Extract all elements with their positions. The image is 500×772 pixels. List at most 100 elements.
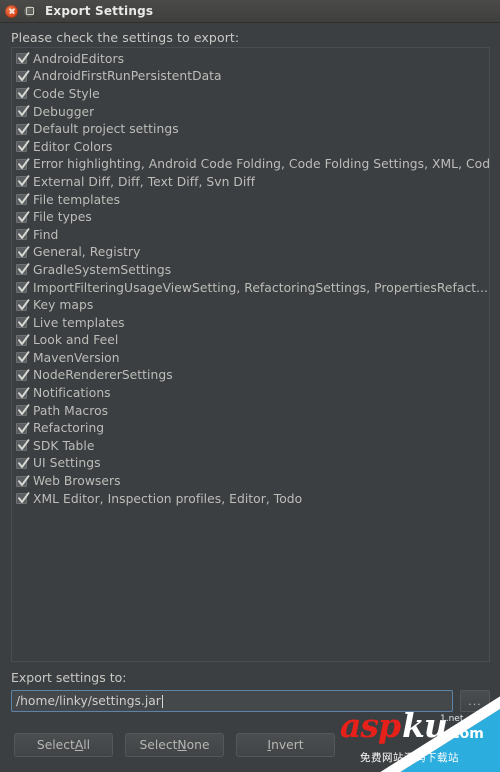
settings-list: AndroidEditors AndroidFirstRunPersistentD…	[12, 48, 489, 507]
checkbox-checked-icon[interactable]	[16, 158, 30, 170]
settings-list-item[interactable]: Web Browsers	[12, 472, 489, 490]
settings-list-item-label: Look and Feel	[33, 333, 119, 348]
settings-list-item[interactable]: Editor Colors	[12, 138, 489, 156]
export-path-input[interactable]: /home/linky/settings.jar	[11, 690, 453, 712]
settings-list-item[interactable]: Key maps	[12, 296, 489, 314]
settings-list-item-label: XML Editor, Inspection profiles, Editor,…	[33, 491, 303, 506]
checkbox-checked-icon[interactable]	[16, 316, 30, 329]
select-all-mnemonic: A	[74, 738, 84, 752]
settings-list-item[interactable]: External Diff, Diff, Text Diff, Svn Diff	[12, 173, 489, 191]
checkbox-checked-icon[interactable]	[16, 422, 30, 434]
checkbox-checked-icon[interactable]	[16, 474, 30, 487]
settings-list-item[interactable]: ImportFilteringUsageViewSetting, Refacto…	[12, 279, 489, 297]
settings-list-item-label: Default project settings	[33, 122, 179, 137]
window-controls	[0, 4, 36, 18]
checkbox-checked-icon[interactable]	[16, 228, 30, 241]
settings-list-item-label: Editor Colors	[33, 139, 113, 154]
maximize-icon[interactable]	[23, 4, 36, 18]
prompt-label: Please check the settings to export:	[11, 30, 240, 45]
checkbox-checked-icon[interactable]	[16, 457, 30, 469]
settings-list-item-label: SDK Table	[33, 438, 95, 453]
settings-list-item-label: Find	[33, 227, 59, 242]
checkbox-checked-icon[interactable]	[16, 246, 30, 258]
checkbox-checked-icon[interactable]	[16, 492, 30, 505]
settings-list-item[interactable]: Default project settings	[12, 120, 489, 138]
settings-list-item[interactable]: Path Macros	[12, 402, 489, 420]
checkbox-checked-icon[interactable]	[16, 140, 30, 153]
settings-list-item-label: AndroidEditors	[33, 51, 125, 66]
settings-list-item[interactable]: NodeRendererSettings	[12, 367, 489, 385]
select-all-label-before: Select	[36, 738, 75, 752]
checkbox-checked-icon[interactable]	[16, 193, 30, 206]
checkbox-checked-icon[interactable]	[16, 369, 30, 381]
checkbox-checked-icon[interactable]	[16, 298, 30, 311]
settings-list-item[interactable]: Live templates	[12, 314, 489, 332]
settings-list-item-label: Notifications	[33, 386, 111, 401]
settings-list-item-label: Path Macros	[33, 403, 109, 418]
settings-list-item[interactable]: GradleSystemSettings	[12, 261, 489, 279]
settings-list-item[interactable]: Notifications	[12, 384, 489, 402]
text-caret	[161, 694, 163, 708]
checkbox-checked-icon[interactable]	[16, 439, 30, 452]
export-settings-dialog: Export Settings Please check the setting…	[0, 0, 500, 772]
settings-list-item[interactable]: File templates	[12, 191, 489, 209]
settings-list-item[interactable]: AndroidFirstRunPersistentData	[12, 68, 489, 86]
settings-list-item-label: Live templates	[33, 315, 125, 330]
checkbox-checked-icon[interactable]	[16, 386, 30, 399]
checkbox-checked-icon[interactable]	[16, 281, 30, 294]
settings-list-item[interactable]: MavenVersion	[12, 349, 489, 367]
settings-list-item[interactable]: Debugger	[12, 103, 489, 121]
invert-label-after: nvert	[271, 738, 304, 752]
browse-button[interactable]: ...	[460, 690, 490, 712]
settings-list-item[interactable]: Refactoring	[12, 419, 489, 437]
checkbox-checked-icon[interactable]	[16, 87, 30, 100]
checkbox-checked-icon[interactable]	[16, 351, 30, 364]
export-path-row: /home/linky/settings.jar ...	[11, 690, 490, 712]
settings-list-item-label: AndroidFirstRunPersistentData	[33, 69, 222, 84]
select-none-mnemonic: N	[177, 738, 187, 752]
export-path-value: /home/linky/settings.jar	[16, 694, 161, 708]
checkbox-checked-icon[interactable]	[16, 210, 30, 223]
checkbox-checked-icon[interactable]	[16, 334, 30, 346]
settings-list-item-label: External Diff, Diff, Text Diff, Svn Diff	[33, 174, 256, 189]
settings-list-item-label: File types	[33, 210, 92, 225]
close-icon[interactable]	[5, 4, 18, 18]
window-titlebar: Export Settings	[0, 0, 500, 23]
settings-list-item[interactable]: General, Registry	[12, 244, 489, 262]
export-path-label: Export settings to:	[11, 670, 127, 685]
settings-list-item[interactable]: Code Style	[12, 85, 489, 103]
checkbox-checked-icon[interactable]	[16, 175, 30, 188]
settings-list-item-label: Web Browsers	[33, 474, 121, 489]
watermark-subtitle: 免费网站源码下载站	[360, 752, 459, 764]
settings-list-item[interactable]: Error highlighting, Android Code Folding…	[12, 156, 489, 174]
checkbox-checked-icon[interactable]	[16, 404, 30, 417]
checkbox-checked-icon[interactable]	[16, 122, 30, 135]
select-all-button[interactable]: Select All	[14, 733, 113, 757]
select-none-button[interactable]: Select None	[125, 733, 224, 757]
settings-list-item-label: MavenVersion	[33, 350, 120, 365]
checkbox-checked-icon[interactable]	[16, 52, 30, 65]
watermark-suffix-small: 1.net	[440, 714, 464, 724]
checkbox-checked-icon[interactable]	[16, 70, 30, 82]
settings-list-item[interactable]: XML Editor, Inspection profiles, Editor,…	[12, 490, 489, 508]
window-title: Export Settings	[45, 4, 154, 18]
settings-list-item-label: UI Settings	[33, 456, 101, 471]
select-all-label-after: ll	[83, 738, 91, 752]
settings-list-item[interactable]: SDK Table	[12, 437, 489, 455]
settings-list-item-label: Code Style	[33, 86, 100, 101]
settings-list-item-label: GradleSystemSettings	[33, 262, 172, 277]
settings-list-item[interactable]: AndroidEditors	[12, 50, 489, 68]
settings-list-item[interactable]: Look and Feel	[12, 332, 489, 350]
select-none-label-after: one	[186, 738, 210, 752]
settings-list-item[interactable]: Find	[12, 226, 489, 244]
settings-list-item[interactable]: File types	[12, 208, 489, 226]
settings-list-item-label: File templates	[33, 192, 121, 207]
settings-list-item-label: Debugger	[33, 104, 95, 119]
settings-list-item[interactable]: UI Settings	[12, 455, 489, 473]
settings-list-panel[interactable]: AndroidEditors AndroidFirstRunPersistentD…	[11, 47, 490, 662]
settings-list-item-label: Key maps	[33, 298, 94, 313]
settings-list-item-label: ImportFilteringUsageViewSetting, Refacto…	[33, 280, 489, 295]
invert-button[interactable]: Invert	[236, 733, 335, 757]
checkbox-checked-icon[interactable]	[16, 263, 30, 276]
checkbox-checked-icon[interactable]	[16, 105, 30, 118]
